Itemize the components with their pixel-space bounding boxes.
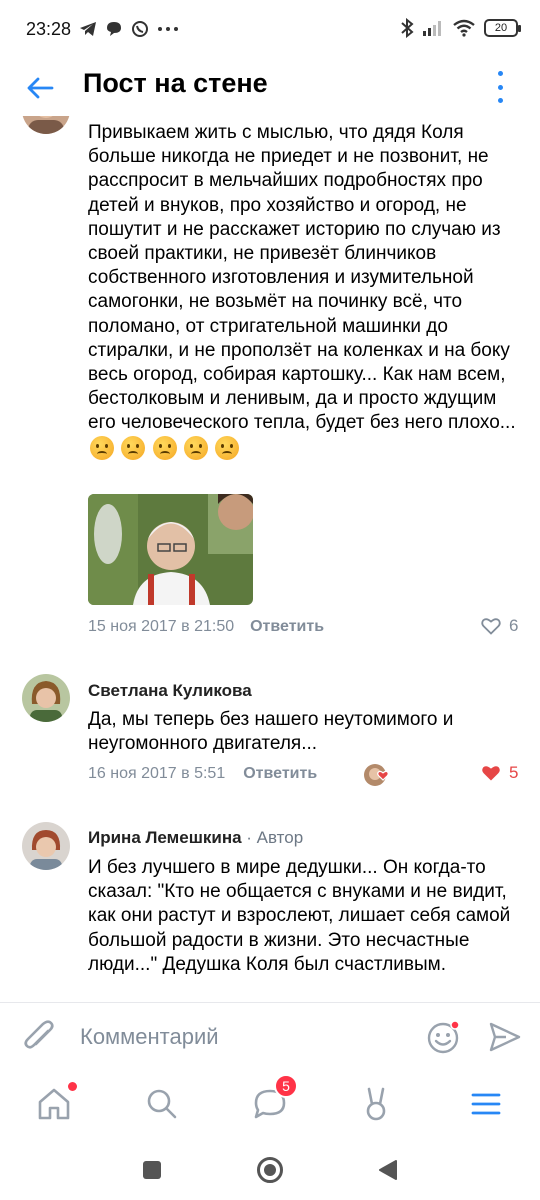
small-heart-icon bbox=[377, 770, 389, 781]
battery-indicator: 20 bbox=[484, 19, 521, 37]
comment-photo[interactable] bbox=[88, 494, 253, 605]
attach-button[interactable] bbox=[22, 1017, 56, 1057]
comment-date: 16 ноя 2017 в 5:51 bbox=[88, 765, 226, 782]
whatsapp-icon bbox=[132, 21, 149, 37]
nav-messages[interactable]: 5 bbox=[250, 1074, 298, 1124]
nav-menu[interactable] bbox=[466, 1084, 506, 1124]
bottom-navigation: 5 bbox=[0, 1070, 540, 1140]
more-options-button[interactable] bbox=[488, 68, 512, 106]
notification-dot bbox=[68, 1082, 77, 1091]
search-icon bbox=[147, 1089, 177, 1119]
telegram-icon bbox=[80, 22, 97, 36]
nav-search[interactable] bbox=[142, 1084, 182, 1124]
crying-face-emoji-icon bbox=[183, 435, 208, 460]
bluetooth-icon bbox=[401, 18, 414, 38]
circle-icon bbox=[257, 1157, 283, 1183]
back-button[interactable] bbox=[22, 70, 58, 106]
send-icon bbox=[489, 1022, 521, 1052]
messages-badge: 5 bbox=[274, 1074, 298, 1098]
comment-author[interactable]: Ирина Лемешкина · Автор bbox=[88, 828, 303, 848]
dot-icon bbox=[497, 71, 503, 76]
menu-icon bbox=[471, 1093, 501, 1115]
status-notification-icons bbox=[79, 20, 179, 38]
more-notifications-icon bbox=[158, 27, 179, 31]
reply-button[interactable]: Ответить bbox=[243, 765, 317, 783]
comment-date: 15 ноя 2017 в 21:50 bbox=[88, 618, 235, 635]
like-count: 6 bbox=[509, 616, 519, 635]
comment-text: Да, мы теперь без нашего неутомимого и н… bbox=[88, 709, 454, 755]
heart-outline-icon bbox=[481, 618, 501, 635]
comments-feed[interactable]: Привыкаем жить с мыслью, что дядя Коля б… bbox=[0, 116, 540, 1002]
avatar[interactable] bbox=[22, 822, 70, 870]
sad-face-emoji-icon bbox=[215, 435, 240, 460]
chat-bubble-icon bbox=[107, 22, 122, 36]
reply-button[interactable]: Ответить bbox=[250, 618, 324, 636]
status-system-icons: 20 bbox=[400, 18, 521, 38]
heart-filled-icon bbox=[482, 766, 500, 781]
like-button[interactable]: 5 bbox=[481, 763, 518, 783]
signal-icon bbox=[423, 21, 441, 36]
system-navigation bbox=[0, 1140, 540, 1200]
dot-icon bbox=[497, 84, 503, 90]
comment-text: Привыкаем жить с мыслью, что дядя Коля б… bbox=[88, 121, 523, 463]
paperclip-icon bbox=[24, 1020, 54, 1049]
comment-meta: 16 ноя 2017 в 5:51 Ответить bbox=[88, 765, 317, 783]
comment-text: И без лучшего в мире дедушки... Он когда… bbox=[88, 857, 511, 975]
recent-apps-button[interactable] bbox=[138, 1156, 166, 1184]
status-time: 23:28 bbox=[26, 18, 72, 39]
wifi-icon bbox=[453, 19, 475, 37]
triangle-back-icon bbox=[379, 1160, 397, 1180]
app-header: Пост на стене bbox=[0, 58, 540, 116]
sad-face-emoji-icon bbox=[90, 435, 114, 460]
sad-face-emoji-icon bbox=[121, 435, 146, 460]
like-count: 5 bbox=[509, 763, 519, 782]
home-icon bbox=[38, 1088, 70, 1120]
status-bar: 23:28 20 bbox=[0, 0, 540, 58]
like-button[interactable]: 6 bbox=[481, 616, 518, 636]
back-system-button[interactable] bbox=[374, 1156, 402, 1184]
emoji-picker-button[interactable] bbox=[426, 1019, 462, 1055]
comment-meta: 15 ноя 2017 в 21:50 Ответить bbox=[88, 618, 324, 636]
comment-composer bbox=[0, 1002, 540, 1070]
nav-clips[interactable] bbox=[356, 1084, 396, 1124]
nav-home[interactable] bbox=[34, 1082, 77, 1124]
home-system-button[interactable] bbox=[256, 1156, 284, 1184]
page-title: Пост на стене bbox=[83, 68, 268, 98]
avatar[interactable] bbox=[22, 674, 70, 722]
square-icon bbox=[143, 1161, 161, 1179]
send-button[interactable] bbox=[488, 1021, 522, 1053]
arrow-left-icon bbox=[27, 77, 54, 99]
crying-face-emoji-icon bbox=[152, 435, 177, 460]
author-tag: · Автор bbox=[246, 828, 304, 847]
dot-icon bbox=[497, 98, 503, 103]
smile-icon bbox=[427, 1020, 460, 1054]
comment-author[interactable]: Светлана Куликова bbox=[88, 681, 252, 701]
avatar[interactable] bbox=[22, 116, 70, 134]
comment-input[interactable] bbox=[80, 1017, 400, 1057]
clips-icon bbox=[366, 1087, 386, 1121]
